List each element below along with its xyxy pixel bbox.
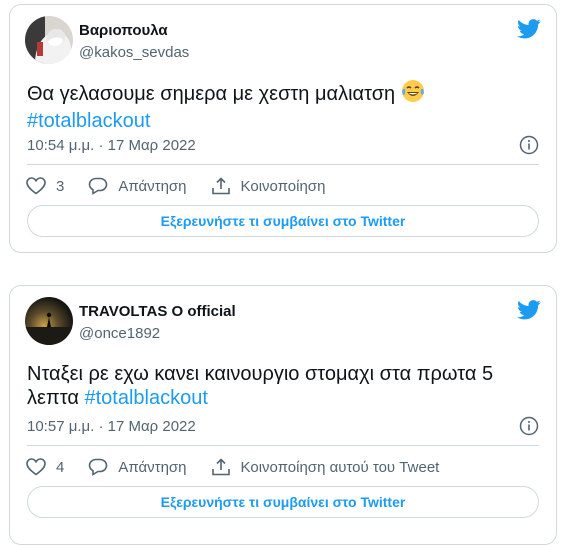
reply-label: Απάντηση xyxy=(118,177,187,195)
user-handle[interactable]: @once1892 xyxy=(79,325,160,342)
tweet-card[interactable]: TRAVOLTAS O official @once1892 Νταξει ρε… xyxy=(9,285,557,545)
user-handle[interactable]: @kakos_sevdas xyxy=(79,44,189,61)
reply-button[interactable]: Απάντηση xyxy=(88,177,187,195)
avatar[interactable] xyxy=(25,297,73,345)
share-icon xyxy=(211,177,230,195)
share-button[interactable]: Κοινοποίηση xyxy=(211,177,326,195)
heart-icon xyxy=(26,177,46,195)
tweet-body: Θα γελασουμε σημερα με χεστη μαλιατση xyxy=(27,83,396,105)
divider xyxy=(27,445,539,446)
heart-icon xyxy=(26,458,46,476)
face-with-tears-of-joy-icon xyxy=(401,79,425,109)
tweet-timestamp[interactable]: 10:57 μ.μ. · 17 Μαρ 2022 xyxy=(27,418,196,435)
tweet-actions: 3 Απάντηση Κοινοποίηση xyxy=(26,175,349,197)
explore-twitter-button[interactable]: Εξερευνήστε τι συμβαίνει στο Twitter xyxy=(27,205,539,237)
share-icon xyxy=(211,458,230,476)
tweet-text: Θα γελασουμε σημερα με χεστη μαλιατση #t… xyxy=(27,79,539,133)
like-button[interactable]: 4 xyxy=(26,458,64,476)
share-button[interactable]: Κοινοποίηση αυτού του Tweet xyxy=(211,458,440,476)
reply-bubble-icon xyxy=(89,458,108,476)
reply-bubble-icon xyxy=(89,177,108,195)
tweet-timestamp[interactable]: 10:54 μ.μ. · 17 Μαρ 2022 xyxy=(27,137,196,154)
like-count: 3 xyxy=(56,177,65,195)
avatar[interactable] xyxy=(25,16,73,64)
like-button[interactable]: 3 xyxy=(26,177,64,195)
tweet-actions: 4 Απάντηση Κοινοποίηση αυτού του Tweet xyxy=(26,456,463,478)
info-icon[interactable] xyxy=(519,416,539,436)
hashtag-link[interactable]: #totalblackout xyxy=(84,387,207,409)
twitter-bird-icon[interactable] xyxy=(517,300,541,320)
info-icon[interactable] xyxy=(519,135,539,155)
display-name[interactable]: Βαριοπουλα xyxy=(79,22,168,39)
tweet-card[interactable]: Βαριοπουλα @kakos_sevdas Θα γελασουμε ση… xyxy=(9,4,557,253)
tweet-text: Νταξει ρε εχω κανει καινουργιο στομαχι σ… xyxy=(27,362,539,410)
twitter-bird-icon[interactable] xyxy=(517,19,541,39)
explore-twitter-button[interactable]: Εξερευνήστε τι συμβαίνει στο Twitter xyxy=(27,486,539,518)
hashtag-link[interactable]: #totalblackout xyxy=(27,110,150,132)
reply-label: Απάντηση xyxy=(118,458,187,476)
reply-button[interactable]: Απάντηση xyxy=(88,458,187,476)
like-count: 4 xyxy=(56,458,65,476)
divider xyxy=(27,164,539,165)
share-label: Κοινοποίηση αυτού του Tweet xyxy=(240,458,440,476)
share-label: Κοινοποίηση xyxy=(240,177,326,195)
display-name[interactable]: TRAVOLTAS O official xyxy=(79,303,236,320)
